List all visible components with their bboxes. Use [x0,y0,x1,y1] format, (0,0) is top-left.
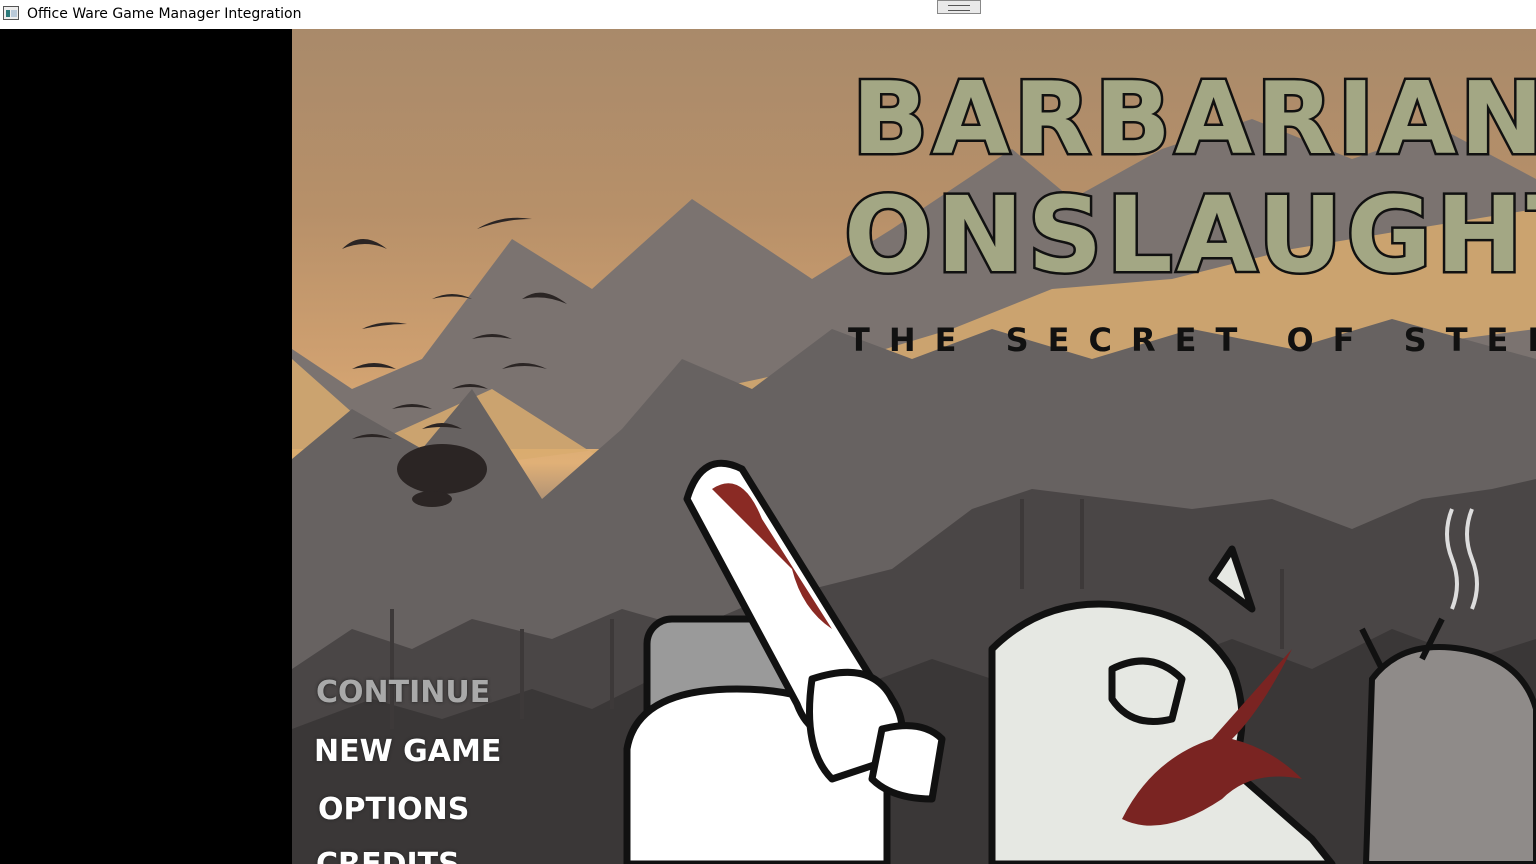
menu-continue-button[interactable]: CONTINUE [316,675,490,710]
logo-title-line1: BARBARIAN [850,60,1536,177]
menu-credits-button[interactable]: CREDITS [316,847,460,864]
menu-options-button[interactable]: OPTIONS [318,792,469,827]
app-window-icon [3,6,19,20]
menu-new-game-button[interactable]: NEW GAME [314,734,501,769]
logo-title-line2: ONSLAUGHT [842,174,1536,296]
logo-subtitle: THE SECRET OF STEEL [848,321,1536,359]
window-titlebar[interactable]: Office Ware Game Manager Integration [0,0,1536,29]
game-viewport[interactable]: BARBARIAN ONSLAUGHT THE SECRET OF STEEL … [292,29,1536,864]
window-title: Office Ware Game Manager Integration [27,6,302,22]
window-drag-handle[interactable] [937,0,981,14]
letterbox-left [0,29,292,864]
